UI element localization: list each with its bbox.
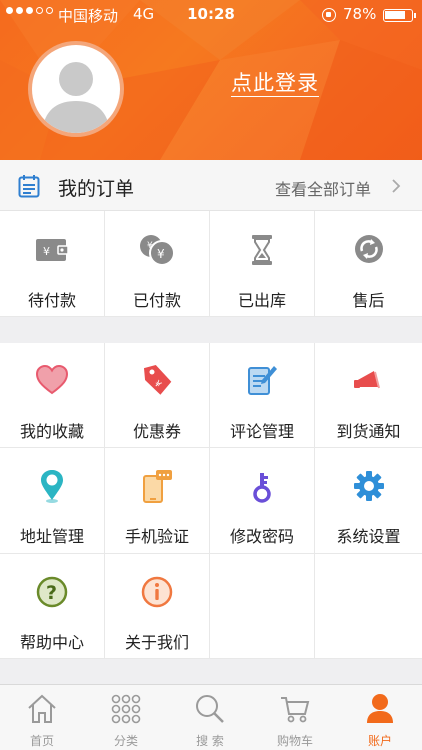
arrival-notice-label: 到货通知 [336, 422, 401, 441]
change-password-label: 修改密码 [229, 527, 294, 546]
tab-home[interactable]: 首页 [0, 685, 84, 750]
favorites-item[interactable]: 我的收藏 [0, 343, 105, 448]
heart-icon [35, 365, 69, 395]
user-icon [367, 694, 393, 723]
my-orders-title: 我的订单 [58, 178, 135, 200]
order-status-grid: ¥ 待付款 ¥ ¥ 已付款 已出库 售后 [0, 211, 422, 317]
my-orders-header[interactable]: 我的订单 查看全部订单 [0, 160, 422, 211]
order-shipped-label: 已出库 [237, 291, 286, 310]
tab-account-label: 账户 [367, 734, 392, 748]
address-management-item[interactable]: 地址管理 [0, 448, 105, 554]
key-icon [253, 473, 271, 503]
arrival-notice-item[interactable]: 到货通知 [315, 343, 422, 448]
question-icon: ? [36, 576, 68, 608]
system-settings-label: 系统设置 [336, 527, 401, 546]
wallet-icon: ¥ [36, 239, 69, 261]
tab-categories-label: 分类 [113, 734, 138, 748]
order-paid-label: 已付款 [132, 291, 181, 310]
svg-text:?: ? [46, 582, 57, 604]
phone-message-icon [143, 470, 172, 503]
avatar[interactable] [28, 41, 124, 137]
default-user-icon [42, 62, 110, 133]
review-management-item[interactable]: 评论管理 [210, 343, 315, 448]
order-pending-payment-label: 待付款 [27, 291, 76, 310]
about-us-label: 关于我们 [124, 633, 189, 652]
tab-search-label: 搜 索 [196, 734, 224, 748]
edit-document-icon [248, 366, 277, 395]
order-after-sales[interactable]: 售后 [315, 211, 422, 317]
order-after-sales-label: 售后 [352, 291, 385, 310]
tab-account[interactable]: 账户 [338, 685, 422, 750]
gear-icon [353, 471, 384, 501]
help-center-label: 帮助中心 [19, 633, 84, 652]
change-password-item[interactable]: 修改密码 [210, 448, 315, 554]
coupon-tag-icon: ¥ [143, 365, 172, 395]
login-link[interactable]: 点此登录 [231, 70, 319, 97]
svg-text:¥: ¥ [43, 245, 50, 258]
system-settings-item[interactable]: 系统设置 [315, 448, 422, 554]
svg-text:¥: ¥ [157, 247, 165, 261]
svg-text:¥: ¥ [147, 241, 153, 251]
chevron-right-icon [392, 179, 401, 193]
about-us-item[interactable]: 关于我们 [105, 554, 210, 659]
help-center-item[interactable]: ? 帮助中心 [0, 554, 105, 659]
coupons-item[interactable]: ¥ 优惠券 [105, 343, 210, 448]
empty-cell [210, 554, 315, 659]
cart-icon [281, 697, 310, 723]
tab-categories[interactable]: 分类 [84, 685, 168, 750]
rotation-lock-icon [322, 8, 336, 22]
tab-home-label: 首页 [29, 734, 54, 748]
status-bar: 中国移动 4G 10:28 78% [0, 0, 422, 30]
address-management-label: 地址管理 [19, 527, 84, 546]
coins-icon: ¥ ¥ [140, 235, 175, 266]
empty-cell [315, 554, 422, 659]
tab-search[interactable]: 搜 索 [168, 685, 252, 750]
order-shipped[interactable]: 已出库 [210, 211, 315, 317]
favorites-label: 我的收藏 [19, 422, 84, 441]
grid-dots-icon [111, 694, 141, 724]
order-paid[interactable]: ¥ ¥ 已付款 [105, 211, 210, 317]
review-management-label: 评论管理 [229, 422, 294, 441]
phone-verification-item[interactable]: 手机验证 [105, 448, 210, 554]
search-icon [196, 695, 224, 723]
phone-verification-label: 手机验证 [124, 527, 189, 546]
refresh-icon [354, 235, 383, 263]
info-icon [141, 576, 173, 608]
order-pending-payment[interactable]: ¥ 待付款 [0, 211, 105, 317]
profile-header: 中国移动 4G 10:28 78% 点此登录 [0, 0, 422, 160]
battery-icon [383, 9, 416, 22]
bottom-tab-bar: 首页 分类 搜 索 购物车 账户 [0, 684, 422, 750]
home-icon [28, 694, 56, 723]
megaphone-icon [353, 371, 380, 389]
hourglass-icon [252, 235, 272, 265]
order-list-icon [18, 175, 40, 198]
view-all-orders-link[interactable]: 查看全部订单 [275, 176, 371, 200]
battery-percent: 78% [343, 5, 377, 23]
tab-cart[interactable]: 购物车 [253, 685, 337, 750]
coupons-label: 优惠券 [132, 422, 181, 441]
location-pin-icon [41, 470, 63, 503]
services-grid: 我的收藏 ¥ 优惠券 评论管理 到货通知 地址管理 手机验证 修改密码 系统设置… [0, 343, 422, 659]
tab-cart-label: 购物车 [276, 734, 313, 748]
